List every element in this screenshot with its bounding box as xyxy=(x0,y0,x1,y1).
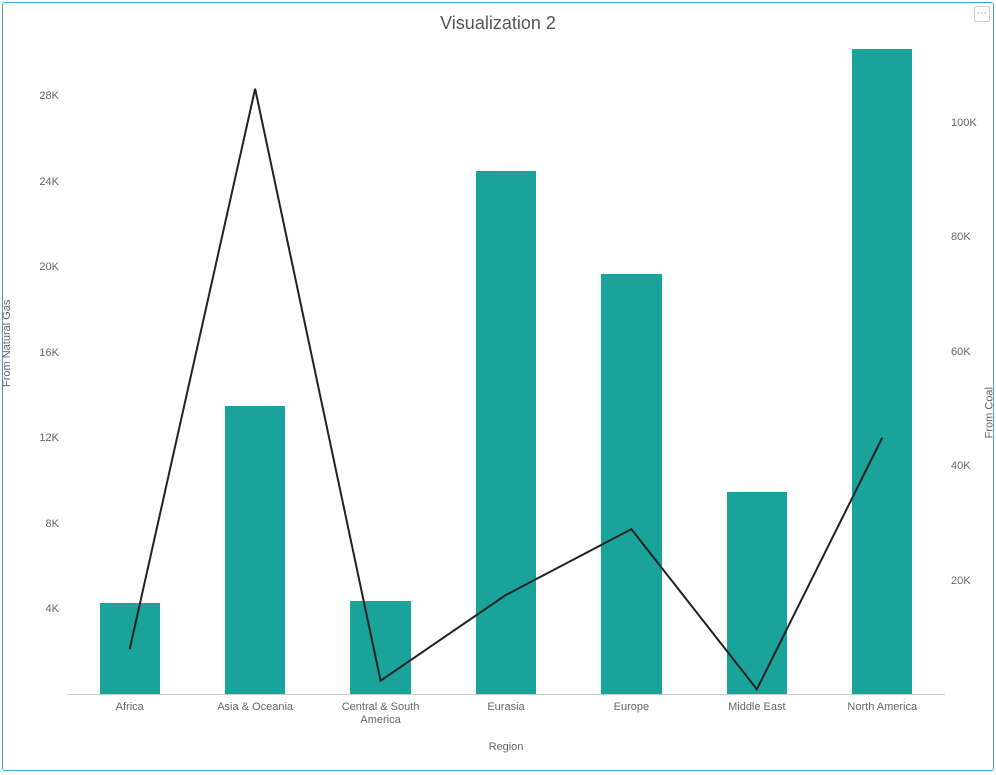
y-left-tick: 20K xyxy=(3,261,63,273)
y-left-tick: 24K xyxy=(3,176,63,188)
line-series xyxy=(67,43,945,695)
line-path[interactable] xyxy=(130,89,883,690)
y-right-tick: 40K xyxy=(947,460,993,472)
x-tick-label: North America xyxy=(827,701,937,714)
y-left-tick: 16K xyxy=(3,347,63,359)
y-right-tick: 100K xyxy=(947,117,993,129)
y-left-tick: 12K xyxy=(3,432,63,444)
chart-title: Visualization 2 xyxy=(3,13,993,34)
x-axis-label: Region xyxy=(67,741,945,753)
chart-card: Visualization 2 ⋯ From Natural Gas From … xyxy=(2,2,994,771)
y-axis-right-ticks: 20K 40K 60K 80K 100K xyxy=(947,43,993,695)
x-tick-label: Africa xyxy=(75,701,185,714)
more-options-button[interactable]: ⋯ xyxy=(974,6,990,22)
y-right-tick: 20K xyxy=(947,575,993,587)
plot-area xyxy=(67,43,945,695)
x-tick-label: Eurasia xyxy=(451,701,561,714)
y-left-tick: 4K xyxy=(3,603,63,615)
x-axis: Region Africa Asia & Oceania Central & Sou… xyxy=(67,695,945,755)
x-tick-label: Europe xyxy=(576,701,686,714)
x-tick-label: Middle East xyxy=(702,701,812,714)
x-tick-label: Asia & Oceania xyxy=(200,701,310,714)
y-axis-left-ticks: 4K 8K 12K 16K 20K 24K 28K xyxy=(3,43,63,695)
more-options-icon: ⋯ xyxy=(977,9,985,19)
y-left-tick: 8K xyxy=(3,518,63,530)
y-left-tick: 28K xyxy=(3,90,63,102)
y-right-tick: 60K xyxy=(947,346,993,358)
x-tick-label: Central & SouthAmerica xyxy=(326,701,436,727)
y-right-tick: 80K xyxy=(947,231,993,243)
